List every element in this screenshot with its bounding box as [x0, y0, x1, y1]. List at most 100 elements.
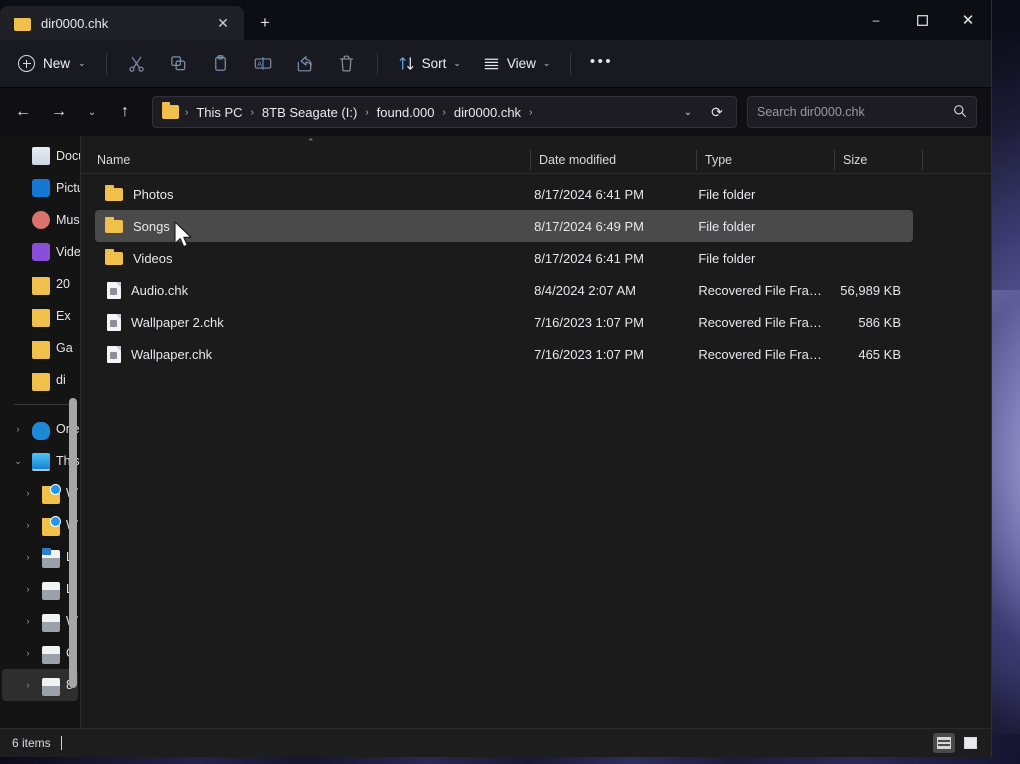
sidebar-item-music[interactable]: Music	[2, 204, 78, 236]
sidebar-item-di[interactable]: di	[2, 364, 78, 396]
more-options-button[interactable]: •••	[581, 48, 621, 80]
expand-chevron-icon[interactable]: ›	[20, 488, 36, 498]
close-tab-icon[interactable]: ✕	[210, 10, 236, 36]
sidebar-item-8[interactable]: ›8	[2, 669, 78, 701]
column-header-size[interactable]: Size	[834, 146, 922, 174]
sidebar-item-label: Ex	[56, 309, 71, 323]
column-header-date-modified[interactable]: Date modified	[530, 146, 696, 174]
paste-button[interactable]	[201, 48, 241, 80]
breadcrumb-item-8tb-seagate[interactable]: 8TB Seagate (I:)	[257, 105, 362, 120]
maximize-button[interactable]	[899, 0, 945, 40]
view-button[interactable]: View ⌄	[473, 48, 561, 80]
breadcrumb-item-dir0000[interactable]: dir0000.chk	[449, 105, 526, 120]
sidebar-item-o[interactable]: ›O	[2, 637, 78, 669]
table-row[interactable]: Photos8/17/2024 6:41 PMFile folder	[95, 178, 913, 210]
drive-icon	[42, 614, 60, 632]
navigation-pane[interactable]: Documents Pictures Music Videos 20 Ex Ga di ›One…	[0, 136, 80, 728]
pc-icon	[32, 453, 50, 471]
breadcrumb-item-this-pc[interactable]: This PC	[191, 105, 247, 120]
sidebar-scrollbar-thumb[interactable]	[69, 398, 77, 688]
sidebar-item-label: Ga	[56, 341, 73, 355]
breadcrumb-end: ⌄ ⟳	[674, 104, 732, 121]
table-row[interactable]: Audio.chk8/4/2024 2:07 AMRecovered File …	[95, 274, 913, 306]
file-list[interactable]: Photos8/17/2024 6:41 PMFile folderSongs8…	[81, 174, 991, 728]
search-input[interactable]	[757, 105, 953, 119]
new-tab-button[interactable]: +	[252, 10, 278, 36]
drive-icon	[42, 582, 60, 600]
sort-button[interactable]: Sort ⌄	[388, 48, 471, 80]
new-button[interactable]: New ⌄	[10, 48, 96, 80]
sidebar-item-l[interactable]: ›L	[2, 573, 78, 605]
table-row[interactable]: Wallpaper 2.chk7/16/2023 1:07 PMRecovere…	[95, 306, 913, 338]
cut-button[interactable]	[117, 48, 157, 80]
window-controls: – ✕	[853, 0, 991, 40]
toolbar-divider-3	[570, 53, 571, 75]
expand-chevron-icon[interactable]: ›	[20, 648, 36, 658]
rename-button[interactable]: A	[243, 48, 283, 80]
file-icon	[107, 314, 121, 331]
expand-chevron-icon[interactable]: ›	[20, 680, 36, 690]
table-row[interactable]: Videos8/17/2024 6:41 PMFile folder	[95, 242, 913, 274]
sidebar-item-ga[interactable]: Ga	[2, 332, 78, 364]
column-header-name[interactable]: Name	[97, 146, 530, 174]
tab-dir0000[interactable]: dir0000.chk ✕	[0, 6, 244, 40]
share-button[interactable]	[285, 48, 325, 80]
sidebar-item-l[interactable]: ›L	[2, 541, 78, 573]
cell-type: Recovered File Frag…	[689, 347, 826, 362]
sync-folder-icon	[42, 486, 60, 504]
table-row[interactable]: Songs8/17/2024 6:49 PMFile folder	[95, 210, 913, 242]
sidebar-item-w[interactable]: ›W	[2, 509, 78, 541]
cell-name: Wallpaper 2.chk	[97, 314, 525, 331]
large-icons-view-button[interactable]	[959, 733, 981, 753]
sidebar-item-label: Documents	[56, 149, 80, 163]
breadcrumb[interactable]: › This PC › 8TB Seagate (I:) › found.000…	[152, 96, 737, 128]
sidebar-item-w[interactable]: ›W	[2, 477, 78, 509]
expand-chevron-icon[interactable]: ›	[20, 552, 36, 562]
expand-chevron-icon[interactable]: ›	[20, 584, 36, 594]
toolbar-divider-2	[377, 53, 378, 75]
cell-size: 586 KB	[826, 315, 913, 330]
expand-chevron-icon[interactable]: ›	[10, 424, 26, 434]
sidebar-item-this-pc[interactable]: ⌄This PC	[2, 445, 78, 477]
sidebar-item-documents[interactable]: Documents	[2, 140, 78, 172]
expand-chevron-icon[interactable]: ⌄	[10, 456, 26, 467]
up-button[interactable]: ↑	[108, 96, 142, 128]
column-header-type[interactable]: Type	[696, 146, 834, 174]
address-bar-row: ← → ⌄ ↑ › This PC › 8TB Seagate (I:) › f…	[0, 88, 991, 136]
folder-icon	[32, 277, 50, 295]
chevron-down-icon[interactable]: ⌄	[674, 107, 702, 118]
folder-icon	[14, 18, 31, 31]
sidebar-item-videos[interactable]: Videos	[2, 236, 78, 268]
folder-icon	[105, 188, 123, 201]
window-body: Documents Pictures Music Videos 20 Ex Ga di ›One…	[0, 136, 991, 728]
recent-locations-button[interactable]: ⌄	[78, 96, 106, 128]
sidebar-item-w[interactable]: ›W	[2, 605, 78, 637]
minimize-button[interactable]: –	[853, 0, 899, 40]
sidebar-item-20[interactable]: 20	[2, 268, 78, 300]
status-bar: 6 items	[0, 728, 991, 757]
search-box[interactable]	[747, 96, 977, 128]
sidebar-item-label: Music	[56, 213, 80, 227]
sidebar-item-pictures[interactable]: Pictures	[2, 172, 78, 204]
copy-icon	[169, 54, 188, 73]
column-headers: Name Date modified Type Size	[81, 146, 991, 174]
details-view-button[interactable]	[933, 733, 955, 753]
cell-name: Wallpaper.chk	[97, 346, 525, 363]
delete-button[interactable]	[327, 48, 367, 80]
forward-button[interactable]: →	[42, 96, 76, 128]
copy-button[interactable]	[159, 48, 199, 80]
expand-chevron-icon[interactable]: ›	[20, 520, 36, 530]
table-row[interactable]: Wallpaper.chk7/16/2023 1:07 PMRecovered …	[95, 338, 913, 370]
folder-icon	[32, 309, 50, 327]
sidebar-item-onedrive[interactable]: ›OneDrive	[2, 413, 78, 445]
sidebar-item-label: 20	[56, 277, 70, 291]
expand-chevron-icon[interactable]: ›	[20, 616, 36, 626]
breadcrumb-item-found000[interactable]: found.000	[372, 105, 440, 120]
file-name-label: Wallpaper.chk	[131, 347, 212, 362]
back-button[interactable]: ←	[6, 96, 40, 128]
refresh-button[interactable]: ⟳	[702, 104, 732, 121]
sidebar-item-ex[interactable]: Ex	[2, 300, 78, 332]
tab-label: dir0000.chk	[41, 16, 200, 31]
close-window-button[interactable]: ✕	[945, 0, 991, 40]
music-icon	[32, 211, 50, 229]
